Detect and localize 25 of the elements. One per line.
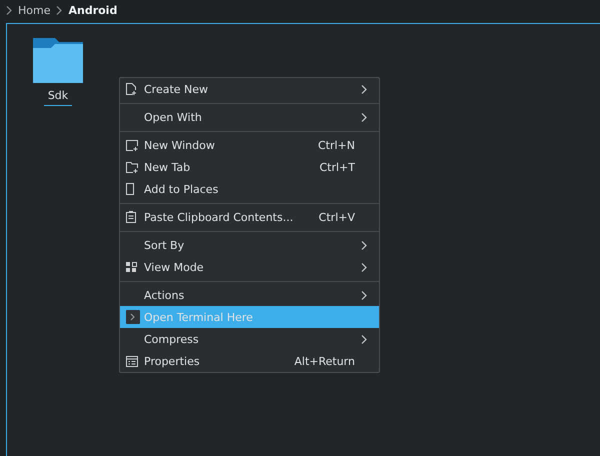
menu-item[interactable]: New Window Ctrl+N [120, 134, 379, 156]
new-tab-icon [126, 162, 138, 172]
menu-item[interactable]: Sort By [120, 234, 379, 256]
grid-icon [126, 262, 137, 272]
breadcrumb-item[interactable]: Home [18, 4, 50, 16]
menu-item[interactable]: Actions [120, 284, 379, 306]
menu-item[interactable]: View Mode [120, 256, 379, 278]
folder-name[interactable]: Sdk [44, 89, 72, 106]
terminal-icon [126, 310, 140, 324]
folder-icon[interactable] [33, 38, 83, 83]
chevron-icon [6, 6, 12, 14]
bookmark-icon [126, 183, 134, 195]
new-window-icon [126, 140, 138, 150]
menu-item[interactable]: Add to Places [120, 178, 379, 200]
menu-item[interactable]: Properties Alt+Return [120, 350, 379, 372]
menu-item[interactable]: Paste Clipboard Contents... Ctrl+V [120, 206, 379, 228]
menu-item[interactable]: Create New [120, 78, 379, 100]
clipboard-icon [126, 211, 136, 223]
chevron-icon [56, 6, 62, 14]
new-file-icon [126, 83, 136, 95]
menu-item[interactable]: New Tab Ctrl+T [120, 156, 379, 178]
breadcrumb-item[interactable]: Android [68, 4, 118, 16]
properties-icon [126, 356, 138, 366]
menu-item[interactable]: Open With [120, 106, 379, 128]
menu-item[interactable]: Compress [120, 328, 379, 350]
